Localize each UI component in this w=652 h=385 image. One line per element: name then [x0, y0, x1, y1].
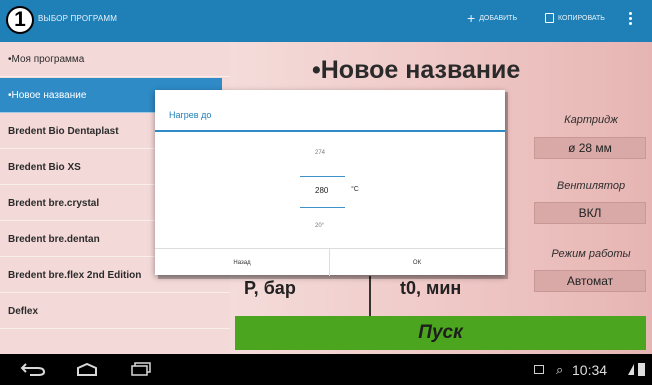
fan-label: Вентилятор: [556, 180, 626, 192]
dialog-back-button[interactable]: Назад: [155, 249, 330, 276]
pressure-header: P, бар: [244, 278, 296, 298]
program-item-7[interactable]: Deflex: [0, 294, 230, 329]
add-label: ДОБАВИТЬ: [479, 14, 518, 22]
step-badge: 1: [6, 6, 34, 34]
time-header: t0, мин: [400, 278, 462, 298]
heat-to-dialog: Нагрев до 274 280 °C 20° Назад ОК: [155, 90, 505, 276]
back-icon[interactable]: [20, 362, 46, 376]
dialog-title-divider: [155, 130, 505, 132]
dialog-button-row: Назад ОК: [155, 248, 505, 276]
cartridge-label: Картридж: [564, 114, 618, 126]
recent-apps-icon[interactable]: [130, 362, 152, 376]
dialog-ok-button[interactable]: ОК: [330, 249, 504, 276]
dialog-title: Нагрев до: [169, 110, 212, 120]
overflow-menu-icon[interactable]: [629, 12, 632, 25]
picker-current-value[interactable]: 280: [315, 186, 328, 195]
copy-label: КОПИРОВАТЬ: [558, 14, 605, 22]
picker-bottom-line: [300, 207, 345, 208]
fan-button[interactable]: ВКЛ: [534, 202, 646, 224]
picker-previous-value[interactable]: 274: [315, 150, 325, 156]
picker-unit: °C: [351, 186, 359, 193]
copy-program-button[interactable]: КОПИРОВАТЬ: [545, 13, 605, 23]
start-button[interactable]: Пуск: [235, 316, 646, 350]
program-item-0[interactable]: •Моя программа: [0, 42, 230, 77]
mode-label: Режим работы: [551, 248, 631, 260]
signal-icon: [628, 364, 634, 375]
program-title: •Новое название: [312, 56, 521, 84]
copy-icon: [545, 13, 554, 23]
home-icon[interactable]: [75, 363, 99, 377]
battery-icon: [638, 363, 645, 376]
column-divider: [369, 276, 371, 316]
gallery-icon: [534, 365, 544, 374]
clock: 10:34: [572, 362, 608, 378]
picker-next-value[interactable]: 20°: [315, 223, 324, 229]
action-bar: 1 ВЫБОР ПРОГРАММ + ДОБАВИТЬ КОПИРОВАТЬ: [0, 0, 652, 42]
screen-title: ВЫБОР ПРОГРАММ: [38, 14, 118, 23]
add-program-button[interactable]: + ДОБАВИТЬ: [467, 10, 518, 26]
search-icon: ⌕: [556, 362, 564, 377]
navigation-bar: ⌕ 10:34: [0, 354, 652, 385]
cartridge-button[interactable]: ø 28 мм: [534, 137, 646, 159]
picker-top-line: [300, 176, 345, 177]
mode-button[interactable]: Автомат: [534, 270, 646, 292]
plus-icon: +: [467, 10, 476, 26]
